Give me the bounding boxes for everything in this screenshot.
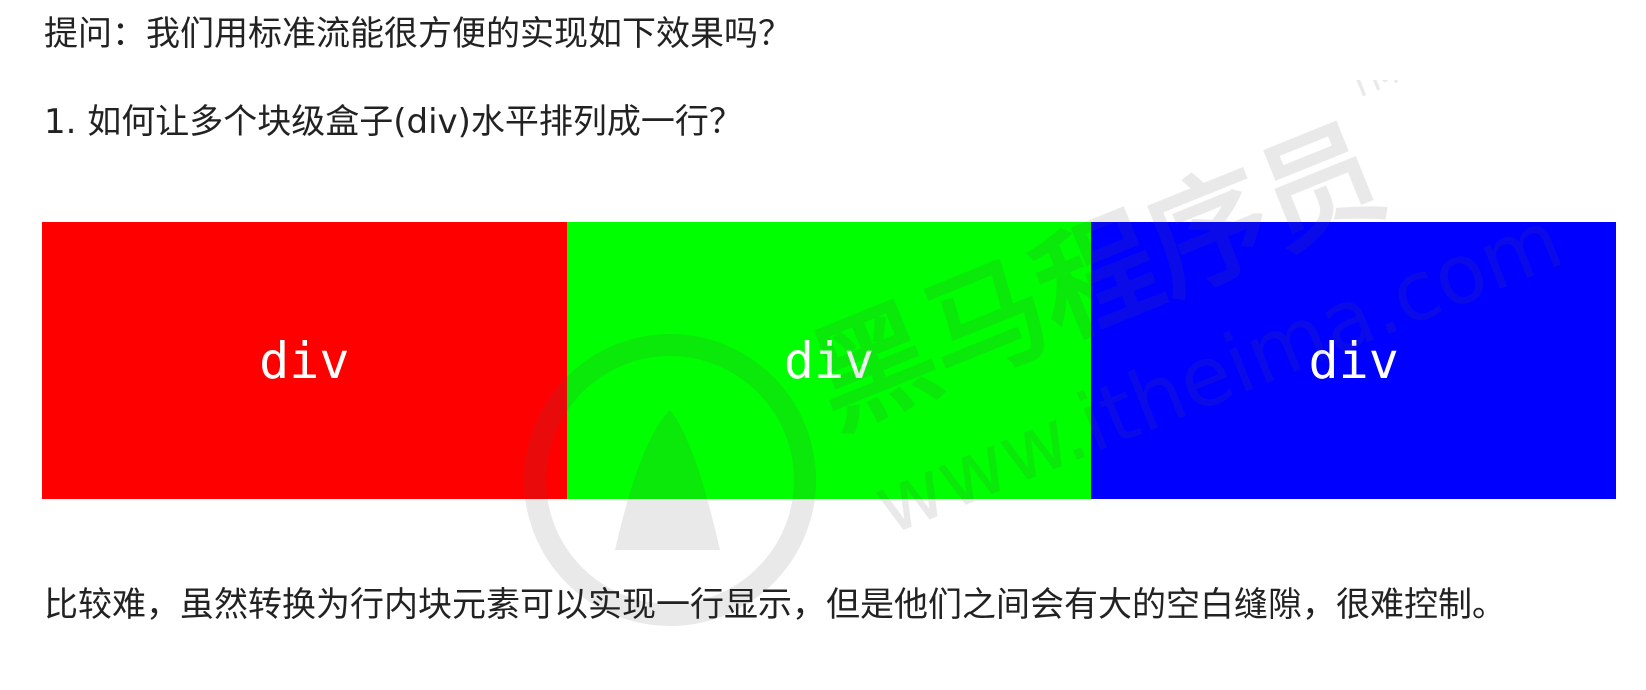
red-div-box: div — [42, 222, 567, 499]
green-div-label: div — [783, 331, 875, 390]
conclusion-text: 比较难，虽然转换为行内块元素可以实现一行显示，但是他们之间会有大的空白缝隙，很难… — [44, 585, 1506, 625]
red-div-label: div — [259, 331, 350, 390]
list-item-1: 1. 如何让多个块级盒子(div)水平排列成一行？ — [44, 102, 743, 142]
blue-div-box: div — [1091, 222, 1617, 499]
question-text: 提问：我们用标准流能很方便的实现如下效果吗？ — [44, 14, 792, 54]
green-div-box: div — [566, 222, 1092, 499]
blue-div-label: div — [1308, 331, 1399, 390]
watermark-trademark: TM — [1342, 80, 1404, 108]
div-row: div div div — [42, 222, 1617, 499]
